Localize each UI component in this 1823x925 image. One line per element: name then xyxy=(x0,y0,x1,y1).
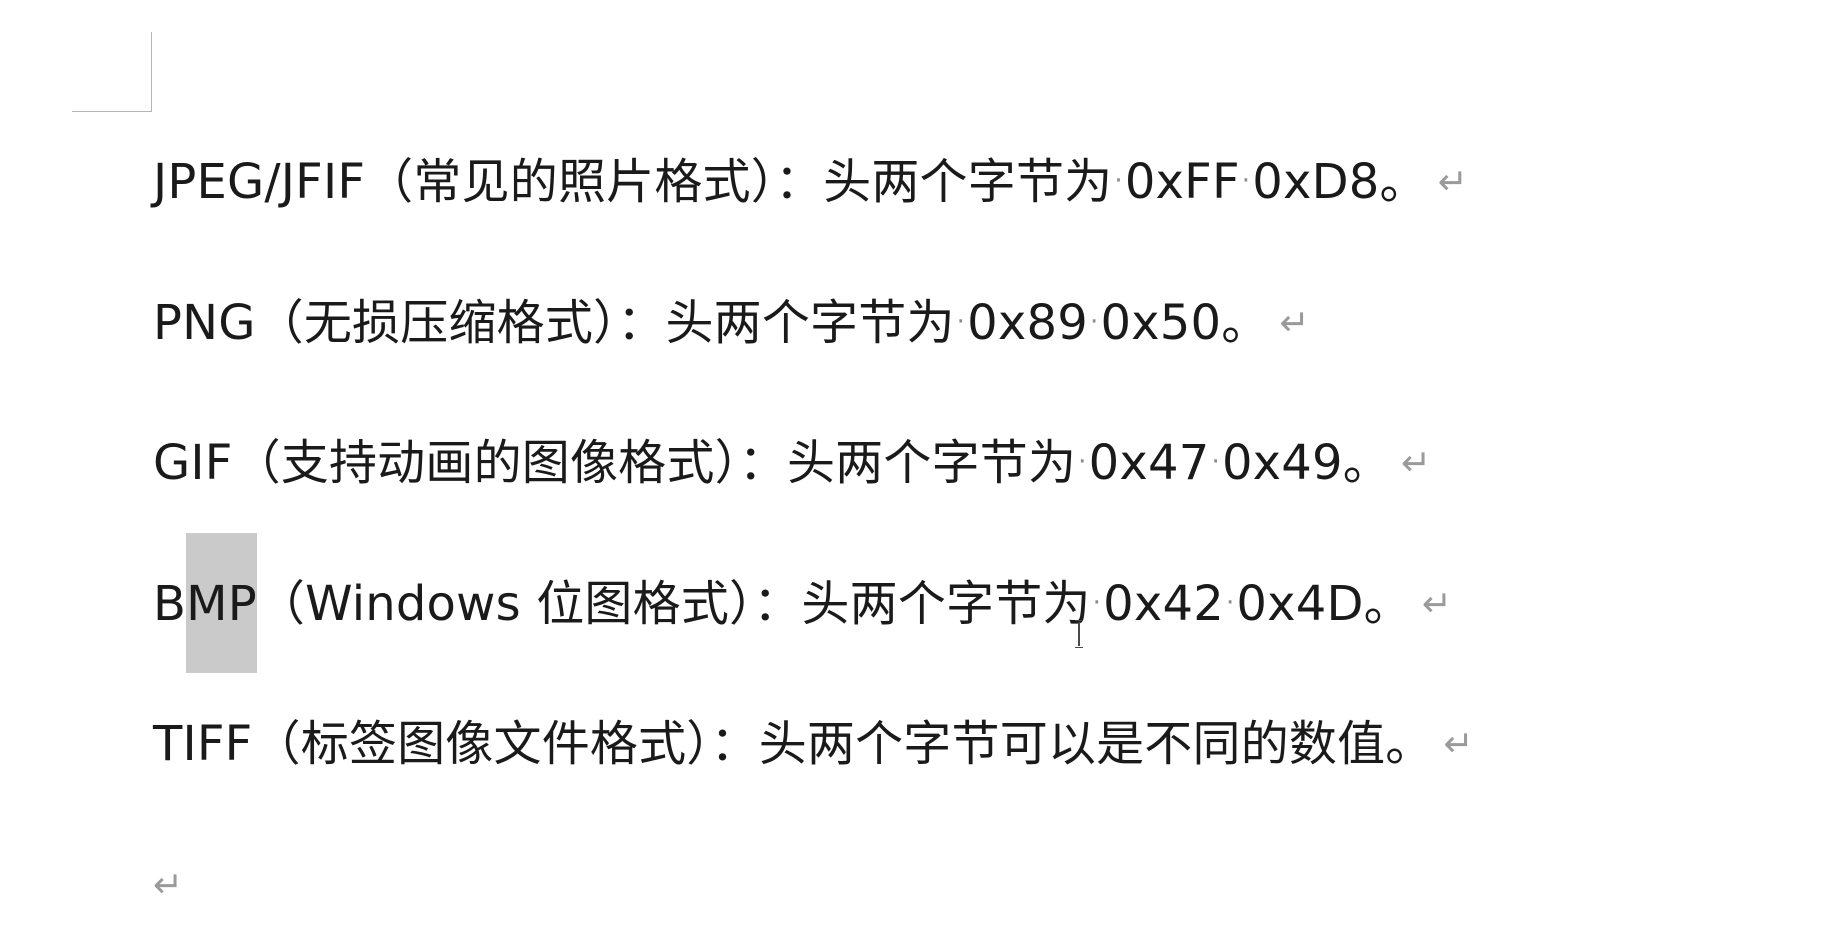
paragraph-jpeg[interactable]: JPEG/JFIF（常见的照片格式）：头两个字节为·0xFF·0xD8。 ↵ xyxy=(153,147,1468,217)
space-mark: · xyxy=(956,307,966,337)
paragraph-mark-icon: ↵ xyxy=(1443,724,1474,765)
byte-value: 0xD8 xyxy=(1252,154,1380,210)
byte-value: 0x4D xyxy=(1236,576,1364,632)
paragraph-png[interactable]: PNG（无损压缩格式）：头两个字节为·0x89·0x50。 ↵ xyxy=(153,288,1310,358)
format-description: （支持动画的图像格式）：头两个字节为 xyxy=(232,435,1077,491)
byte-value: 0x42 xyxy=(1103,576,1224,632)
byte-value: 0x89 xyxy=(967,295,1088,351)
space-mark: · xyxy=(1078,447,1087,477)
paragraph-mark-icon: ↵ xyxy=(153,865,184,906)
sentence-end: 。 xyxy=(1221,295,1270,351)
format-name: PNG xyxy=(153,295,256,351)
byte-value: 0x49 xyxy=(1221,435,1343,491)
paragraph-empty[interactable]: ↵ xyxy=(153,850,183,920)
sentence-end: 。 xyxy=(1379,154,1428,210)
paragraph-mark-icon: ↵ xyxy=(1437,162,1469,203)
paragraph-mark-icon: ↵ xyxy=(1279,303,1310,344)
byte-value: 0x47 xyxy=(1088,435,1210,491)
paragraph-tiff[interactable]: TIFF（标签图像文件格式）：头两个字节可以是不同的数值。 ↵ xyxy=(153,709,1474,779)
byte-value: 0xFF xyxy=(1124,154,1240,210)
paragraph-text: TIFF（标签图像文件格式）：头两个字节可以是不同的数值。 xyxy=(153,716,1434,772)
format-description: （Windows 位图格式）：头两个字节为 xyxy=(256,576,1091,632)
selected-text-highlight[interactable]: MP xyxy=(186,533,257,673)
text-cursor-icon xyxy=(1074,620,1084,648)
format-description: （无损压缩格式）：头两个字节为 xyxy=(255,295,955,351)
document-page[interactable]: JPEG/JFIF（常见的照片格式）：头两个字节为·0xFF·0xD8。 ↵ PN… xyxy=(0,0,1823,907)
paragraph-gif[interactable]: GIF（支持动画的图像格式）：头两个字节为·0x47·0x49。 ↵ xyxy=(153,428,1431,498)
space-mark: · xyxy=(1114,166,1123,196)
format-description: （常见的照片格式）：头两个字节为 xyxy=(365,154,1113,210)
paragraph-mark-icon: ↵ xyxy=(1421,584,1453,625)
page-corner-marker xyxy=(72,32,152,112)
space-mark: · xyxy=(1225,588,1235,618)
space-mark: · xyxy=(1089,307,1099,337)
format-name: GIF xyxy=(153,435,233,491)
paragraph-bmp[interactable]: BMP（Windows 位图格式）：头两个字节为·0x42·0x4D。 ↵ xyxy=(153,533,1453,673)
format-name: JPEG/JFIF xyxy=(153,154,366,210)
space-mark: · xyxy=(1092,588,1102,618)
format-name-prefix: B xyxy=(153,576,187,632)
space-mark: · xyxy=(1211,447,1220,477)
sentence-end: 。 xyxy=(1342,435,1391,491)
paragraph-mark-icon: ↵ xyxy=(1400,443,1432,484)
space-mark: · xyxy=(1241,166,1251,196)
byte-value: 0x50 xyxy=(1100,295,1222,351)
sentence-end: 。 xyxy=(1363,576,1412,632)
